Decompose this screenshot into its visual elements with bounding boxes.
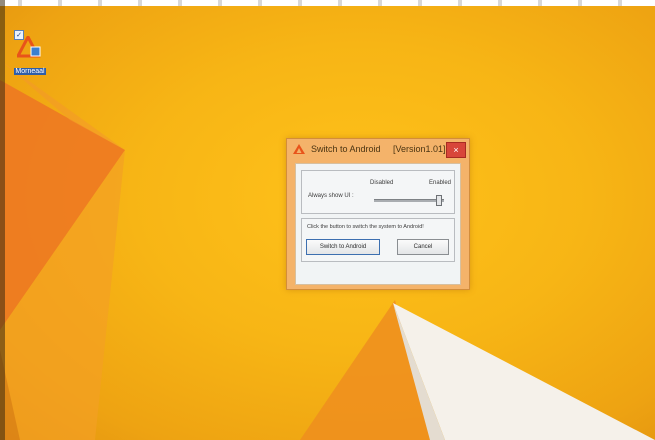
desktop-screen: ✓ Morneaal Switch to Android [Version1.0… — [0, 0, 655, 440]
switch-to-android-dialog: Switch to Android [Version1.01] × Disabl… — [286, 138, 470, 290]
ui-visibility-group: Disabled Enabled Always show UI : — [301, 170, 455, 214]
dialog-title: Switch to Android — [311, 144, 381, 154]
monitor-edge — [0, 0, 5, 440]
desktop-shortcut[interactable]: ✓ Morneaal — [8, 30, 52, 77]
close-button[interactable]: × — [446, 142, 466, 158]
slider-label-disabled: Disabled — [370, 180, 394, 186]
dialog-version: [Version1.01] — [393, 144, 446, 154]
dialog-titlebar[interactable]: Switch to Android [Version1.01] × — [287, 139, 469, 161]
always-show-ui-slider[interactable] — [374, 195, 444, 206]
close-icon: × — [453, 145, 459, 155]
always-show-ui-label: Always show UI : — [308, 193, 354, 199]
desktop-shortcut-label: Morneaal — [14, 68, 46, 75]
slider-label-enabled: Enabled — [429, 180, 452, 186]
android-switch-logo-icon — [293, 144, 305, 154]
slider-track[interactable] — [374, 199, 444, 202]
instruction-text: Click the button to switch the system to… — [307, 224, 424, 230]
switch-to-android-button[interactable]: Switch to Android — [306, 239, 380, 255]
top-bezel-strip — [0, 0, 655, 6]
dialog-client-area: Disabled Enabled Always show UI : Click … — [295, 163, 461, 285]
checkbox-icon[interactable]: ✓ — [14, 30, 24, 40]
slider-thumb[interactable] — [436, 195, 442, 206]
switch-action-group: Click the button to switch the system to… — [301, 218, 455, 262]
cancel-button[interactable]: Cancel — [397, 239, 449, 255]
